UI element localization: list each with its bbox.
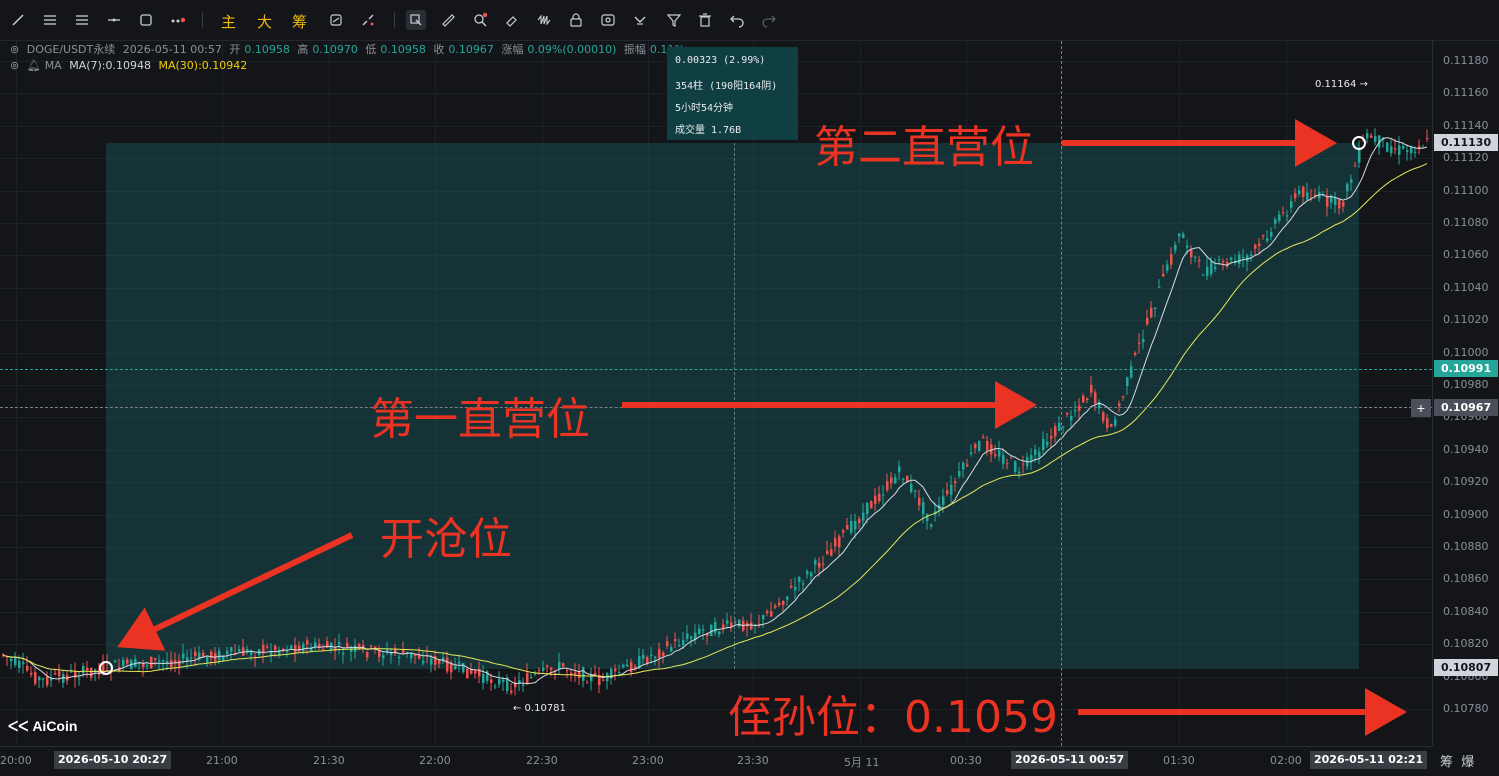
price-axis-label: 0.11180 <box>1443 54 1489 67</box>
low-price-marker: ← 0.10781 <box>513 703 566 714</box>
stop-level-label: 侄孙位：0.1059 <box>728 692 1058 743</box>
parallel-lines-icon[interactable] <box>40 10 60 30</box>
eye-icon[interactable] <box>598 10 618 30</box>
zoom-icon[interactable] <box>470 10 490 30</box>
time-axis[interactable]: 20:00 21:00 21:30 22:00 22:30 23:00 23:30 5月 11… <box>0 746 1432 776</box>
toolbar-divider <box>202 12 203 28</box>
more-shapes-icon[interactable] <box>168 10 188 30</box>
time-axis-label: 00:30 <box>950 754 982 767</box>
time-axis-label: 5月 11 <box>844 756 880 769</box>
pattern-icon[interactable] <box>534 10 554 30</box>
measure-select-icon[interactable] <box>406 10 426 30</box>
time-axis-label: 23:00 <box>632 754 664 767</box>
ruler-icon[interactable] <box>438 10 458 30</box>
price-tag-green: 0.10991 <box>1434 360 1498 377</box>
price-axis-label: 0.11060 <box>1443 248 1489 262</box>
price-axis-label: 0.11020 <box>1443 313 1489 327</box>
eraser-icon[interactable] <box>502 10 522 30</box>
time-tag-end: 2026-05-11 02:21 <box>1310 751 1428 769</box>
add-alert-plus-button[interactable]: + <box>1411 399 1431 417</box>
horizontal-ray-icon[interactable] <box>104 10 124 30</box>
price-axis-label: 0.11120 <box>1443 151 1489 165</box>
arrow-open-level <box>117 532 354 651</box>
time-tag-mid: 2026-05-11 00:57 <box>1011 751 1129 769</box>
price-axis[interactable]: 0.11180 0.11160 0.11140 0.11120 0.11100 0.110… <box>1432 41 1499 746</box>
candlestick-chart[interactable]: ⊚ DOGE/USDT永续 2026-05-11 00:57 开 0.10958 … <box>0 41 1432 746</box>
main-indicator-button[interactable]: 主 <box>221 11 236 32</box>
filter-icon[interactable] <box>664 10 684 30</box>
time-axis-label: 21:30 <box>313 754 345 767</box>
toolbar-divider <box>394 12 395 28</box>
price-tag-top: 0.11130 <box>1434 134 1498 151</box>
time-axis-label: 02:00 <box>1270 754 1302 767</box>
price-axis-label: 0.10820 <box>1443 637 1489 651</box>
undo-icon[interactable] <box>727 10 747 30</box>
price-axis-label: 0.10860 <box>1443 572 1489 586</box>
lock-icon[interactable] <box>566 10 586 30</box>
price-axis-label: 0.10780 <box>1443 702 1489 715</box>
first-level-label: 第一直营位 <box>370 394 590 445</box>
price-axis-label: 0.11040 <box>1443 280 1489 294</box>
corner-toggles: 筹 爆 <box>1440 751 1474 770</box>
price-axis-label: 0.10940 <box>1443 442 1489 456</box>
price-axis-label: 0.11000 <box>1443 345 1489 359</box>
logo-text: AiCoin <box>32 718 78 734</box>
price-axis-label: 0.10920 <box>1443 475 1489 489</box>
logo-icon: ᐸᐸ <box>8 718 29 734</box>
second-level-label: 第二直营位 <box>814 122 1034 173</box>
trendline-icon[interactable] <box>8 10 28 30</box>
price-axis-label: 0.11160 <box>1443 86 1489 100</box>
brush-icon[interactable] <box>358 10 378 30</box>
price-axis-label: 0.11080 <box>1443 216 1489 229</box>
chip-toggle[interactable]: 筹 <box>1440 755 1453 770</box>
burst-toggle[interactable]: 爆 <box>1461 755 1474 770</box>
high-price-marker: 0.11164 → <box>1315 79 1368 90</box>
price-axis-label: 0.11140 <box>1443 118 1489 132</box>
magnet-icon[interactable] <box>630 10 650 30</box>
entry-marker-bottom <box>99 661 113 675</box>
chip-distribution-button[interactable]: 筹 <box>292 11 307 32</box>
horizontal-lines-icon[interactable] <box>72 10 92 30</box>
time-axis-label: 22:00 <box>419 754 451 767</box>
price-axis-label: 0.10900 <box>1443 507 1489 521</box>
time-tag-start: 2026-05-10 20:27 <box>54 751 172 769</box>
rectangle-icon[interactable] <box>136 10 156 30</box>
time-axis-label: 23:30 <box>737 754 769 767</box>
price-tag-bottom: 0.10807 <box>1434 659 1498 676</box>
price-axis-label: 0.10980 <box>1443 378 1489 391</box>
time-axis-label: 22:30 <box>526 754 558 767</box>
annotation-arrows <box>99 119 1407 736</box>
price-axis-label: 0.11100 <box>1443 183 1489 197</box>
sync-icon[interactable] <box>326 10 346 30</box>
big-order-button[interactable]: 大 <box>257 11 272 32</box>
entry-marker-top <box>1352 136 1366 150</box>
time-axis-label: 01:30 <box>1163 754 1195 767</box>
price-axis-label: 0.10880 <box>1443 540 1489 553</box>
time-axis-label: 21:00 <box>206 754 238 767</box>
redo-icon[interactable] <box>759 10 779 30</box>
price-axis-label: 0.10840 <box>1443 604 1489 618</box>
time-axis-label: 20:00 <box>0 754 32 767</box>
aicoin-logo: ᐸᐸ AiCoin <box>8 718 77 735</box>
price-tag-current: 0.10967 <box>1434 399 1498 416</box>
open-level-label: 开沧位 <box>380 514 512 565</box>
trash-icon[interactable] <box>695 10 715 30</box>
drawing-toolbar: 主 大 筹 <box>0 0 1499 41</box>
